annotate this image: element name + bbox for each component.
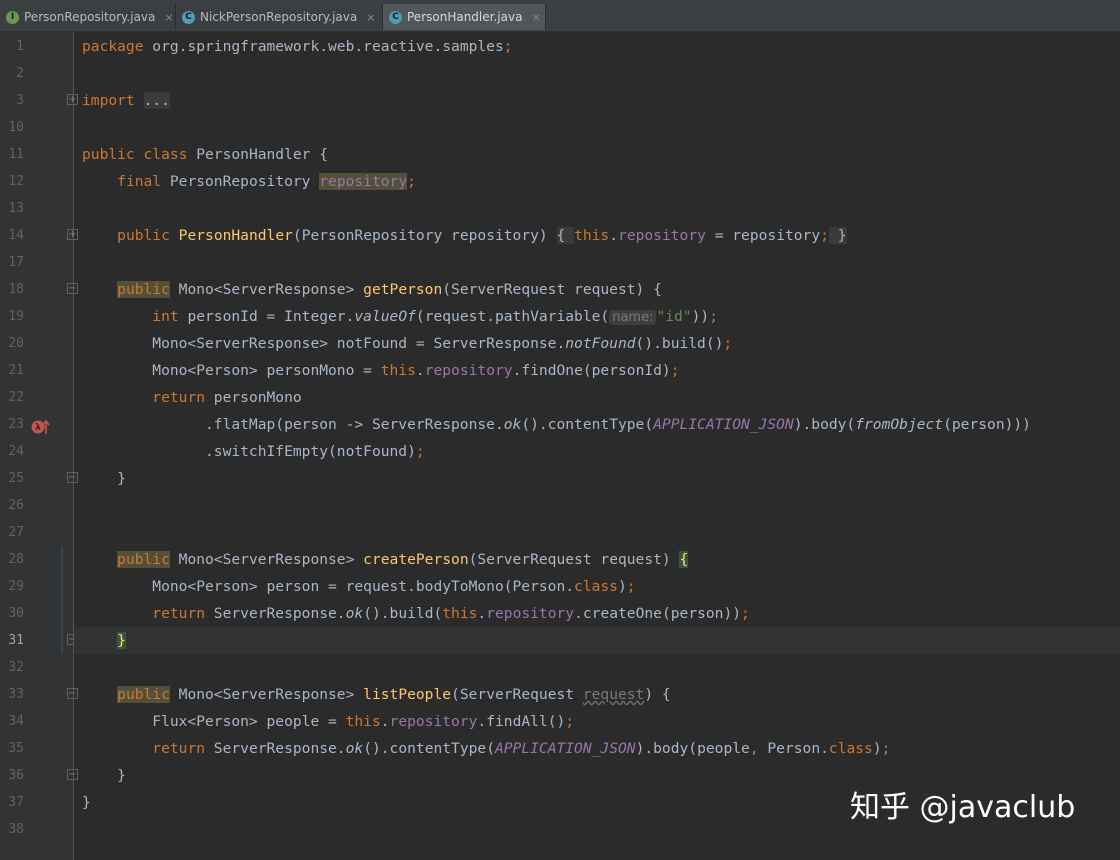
code-line-30: return ServerResponse.ok().build(this.re… xyxy=(152,605,750,622)
line-number: 24 xyxy=(8,444,24,459)
code-line-21: Mono<Person> personMono = this.repositor… xyxy=(82,362,680,379)
line-number: 18 xyxy=(8,282,24,297)
code-line-18: public Mono<ServerResponse> getPerson(Se… xyxy=(117,281,662,298)
code-line-29: Mono<Person> person = request.bodyToMono… xyxy=(82,578,636,595)
matched-brace: } xyxy=(117,632,126,649)
code-line-23: .flatMap(person -> ServerResponse.ok().c… xyxy=(82,416,1031,433)
line-number: 19 xyxy=(8,309,24,324)
line-number: 10 xyxy=(8,120,24,135)
tab-nick-person-repository[interactable]: C NickPersonRepository.java × xyxy=(176,4,383,30)
line-number: 1 xyxy=(16,39,24,54)
line-number-current: 31 xyxy=(8,633,24,648)
tab-label: PersonRepository.java xyxy=(24,10,156,24)
editor-tab-bar: I PersonRepository.java × C NickPersonRe… xyxy=(0,0,1120,32)
code-line-14: public PersonHandler(PersonRepository re… xyxy=(117,227,847,244)
line-number: 3 xyxy=(16,93,24,108)
code-line-24: .switchIfEmpty(notFound); xyxy=(82,443,425,460)
line-number: 29 xyxy=(8,579,24,594)
line-number: 14 xyxy=(8,228,24,243)
class-icon: C xyxy=(182,10,195,24)
code-line-31: } xyxy=(82,627,126,654)
line-number-gutter[interactable]: 1 2 3 10 11 12 13 14 17 18 19 20 21 22 2… xyxy=(0,32,78,860)
close-icon[interactable]: × xyxy=(366,11,375,24)
code-line-22: return personMono xyxy=(152,389,302,406)
code-line-35: return ServerResponse.ok().contentType(A… xyxy=(152,740,891,757)
line-number: 27 xyxy=(8,525,24,540)
line-number: 28 xyxy=(8,552,24,567)
code-line-36: } xyxy=(82,767,126,784)
code-line-28: public Mono<ServerResponse> createPerson… xyxy=(117,551,689,568)
line-number: 13 xyxy=(8,201,24,216)
code-line-33: public Mono<ServerResponse> listPeople(S… xyxy=(117,686,671,703)
line-number: 23 xyxy=(8,417,24,432)
line-number: 21 xyxy=(8,363,24,378)
interface-icon: I xyxy=(6,10,19,24)
vcs-change-marker[interactable] xyxy=(61,546,63,654)
line-number: 36 xyxy=(8,768,24,783)
close-icon[interactable]: × xyxy=(531,11,540,24)
line-number: 2 xyxy=(16,66,24,81)
folded-imports[interactable]: ... xyxy=(143,92,170,109)
watermark: 知乎 @javaclub xyxy=(850,790,1076,825)
override-lambda-icon[interactable]: λ xyxy=(30,417,50,437)
line-number: 20 xyxy=(8,336,24,351)
line-number: 30 xyxy=(8,606,24,621)
line-number: 22 xyxy=(8,390,24,405)
code-line-12: final PersonRepository repository; xyxy=(117,173,416,190)
code-line-25: } xyxy=(82,470,126,487)
line-number: 35 xyxy=(8,741,24,756)
line-number: 33 xyxy=(8,687,24,702)
close-icon[interactable]: × xyxy=(164,11,173,24)
unused-parameter: request xyxy=(582,686,645,703)
code-editor[interactable]: package org.springframework.web.reactive… xyxy=(74,32,1120,860)
code-line-37: } xyxy=(82,794,91,811)
code-line-11: public class PersonHandler { xyxy=(82,146,329,163)
line-number: 25 xyxy=(8,471,24,486)
line-number: 38 xyxy=(8,822,24,837)
matched-brace: { xyxy=(679,551,689,568)
line-number: 11 xyxy=(8,147,24,162)
tab-person-handler[interactable]: C PersonHandler.java × xyxy=(383,4,546,30)
class-icon: C xyxy=(389,10,402,24)
line-number: 34 xyxy=(8,714,24,729)
caret-line-highlight xyxy=(74,627,1120,654)
code-line-1: package org.springframework.web.reactive… xyxy=(82,38,513,55)
code-line-3: import ... xyxy=(82,92,170,109)
line-number: 26 xyxy=(8,498,24,513)
tab-person-repository[interactable]: I PersonRepository.java × xyxy=(0,4,176,30)
line-number: 32 xyxy=(8,660,24,675)
line-number: 12 xyxy=(8,174,24,189)
line-number: 17 xyxy=(8,255,24,270)
svg-text:λ: λ xyxy=(35,423,41,433)
code-line-20: Mono<ServerResponse> notFound = ServerRe… xyxy=(82,335,733,352)
parameter-hint: name: xyxy=(609,310,657,325)
tab-label: NickPersonRepository.java xyxy=(200,10,358,24)
line-number: 37 xyxy=(8,795,24,810)
code-line-19: int personId = Integer.valueOf(request.p… xyxy=(152,308,718,325)
tab-label: PersonHandler.java xyxy=(407,10,523,24)
code-line-34: Flux<Person> people = this.repository.fi… xyxy=(82,713,575,730)
